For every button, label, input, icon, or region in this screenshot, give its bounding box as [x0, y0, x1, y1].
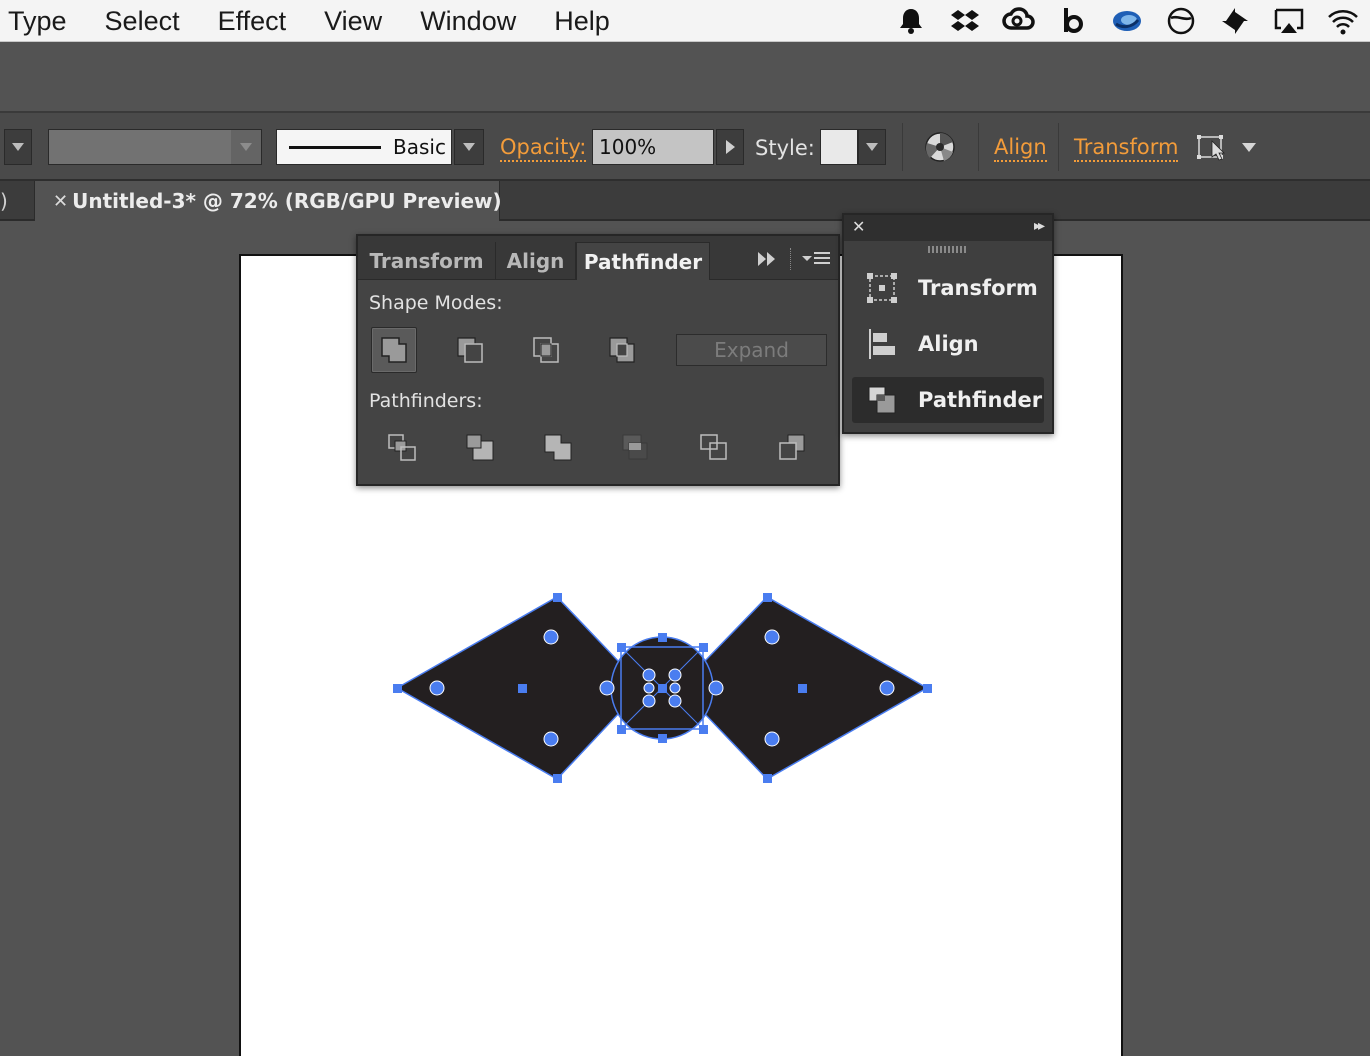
chevron-down-icon — [231, 130, 261, 164]
previous-tab-fragment[interactable]: ) — [0, 189, 8, 213]
dock-header: ✕ ▸▸ — [844, 215, 1052, 241]
outline-icon[interactable] — [691, 425, 737, 471]
variable-width-dropdown[interactable] — [48, 129, 262, 165]
more-tabs-icon[interactable] — [756, 250, 778, 268]
menu-view[interactable]: View — [316, 0, 382, 42]
pathfinder-panel: Transform Align Pathfinder Shape Modes: … — [356, 234, 840, 486]
close-icon[interactable]: ✕ — [53, 191, 68, 212]
collapsed-panel-dock: ✕ ▸▸ Transform Align Pathfinder — [842, 213, 1054, 434]
spinner-app-icon[interactable] — [1100, 0, 1154, 42]
style-label: Style: — [755, 136, 815, 160]
wifi-icon[interactable] — [1316, 0, 1370, 42]
expand-panels-icon[interactable]: ▸▸ — [1034, 218, 1045, 234]
crop-icon[interactable] — [613, 425, 659, 471]
align-link[interactable]: Align — [994, 134, 1047, 162]
airplay-icon[interactable] — [1262, 0, 1316, 42]
trim-icon[interactable] — [457, 425, 503, 471]
status-tray — [884, 0, 1370, 42]
recolor-artwork-icon[interactable] — [922, 129, 958, 165]
bell-icon[interactable] — [884, 0, 938, 42]
b-logo-icon[interactable] — [1046, 0, 1100, 42]
menu-window[interactable]: Window — [412, 0, 516, 42]
opacity-value: 100% — [599, 135, 657, 159]
transform-link[interactable]: Transform — [1074, 134, 1179, 162]
panel-menu-icon[interactable] — [800, 250, 832, 268]
separator — [1058, 123, 1059, 171]
chevron-down-icon[interactable] — [1238, 139, 1260, 155]
minus-front-icon[interactable] — [447, 327, 493, 373]
menu-help[interactable]: Help — [546, 0, 610, 42]
document-tab[interactable]: ✕ Untitled-3* @ 72% (RGB/GPU Preview) — [34, 181, 502, 221]
separator — [902, 123, 903, 171]
dock-item-label: Pathfinder — [918, 388, 1043, 412]
minus-back-icon[interactable] — [769, 425, 815, 471]
merge-icon[interactable] — [535, 425, 581, 471]
close-icon[interactable]: ✕ — [852, 217, 865, 236]
creative-cloud-icon[interactable] — [992, 0, 1046, 42]
document-title: Untitled-3* @ 72% (RGB/GPU Preview) — [72, 189, 502, 213]
opacity-link[interactable]: Opacity: — [500, 134, 587, 162]
shape-modes-label: Shape Modes: — [369, 292, 503, 314]
tab-align[interactable]: Align — [496, 242, 576, 280]
panel-tab-strip: Transform Align Pathfinder — [358, 236, 838, 280]
divide-icon[interactable] — [379, 425, 425, 471]
dock-item-transform[interactable]: Transform — [852, 265, 1044, 311]
style-dropdown-arrow[interactable] — [858, 129, 886, 165]
stroke-preview-line — [289, 145, 381, 149]
style-swatch[interactable] — [820, 129, 858, 165]
dock-item-label: Align — [918, 332, 979, 356]
transform-icon — [852, 265, 912, 311]
separator — [978, 123, 979, 171]
brush-definition-field[interactable]: Basic — [276, 129, 452, 165]
intersect-icon[interactable] — [523, 327, 569, 373]
menu-bar: Type Select Effect View Window Help — [0, 0, 1370, 42]
brush-label: Basic — [393, 135, 446, 159]
unite-icon[interactable] — [371, 327, 417, 373]
opacity-slider-arrow[interactable] — [716, 129, 744, 165]
expand-button[interactable]: Expand — [676, 334, 827, 366]
menu-items: Type Select Effect View Window Help — [0, 0, 640, 42]
isolate-selected-icon[interactable] — [1194, 129, 1232, 165]
tab-pathfinder[interactable]: Pathfinder — [576, 242, 710, 280]
pinwheel-icon[interactable] — [1208, 0, 1262, 42]
tab-gripper — [790, 248, 792, 270]
brush-dropdown-arrow[interactable] — [454, 129, 484, 165]
tab-transform[interactable]: Transform — [358, 242, 496, 280]
application-frame — [0, 43, 1370, 113]
pathfinders-label: Pathfinders: — [369, 390, 483, 412]
document-tab-bar: ) ✕ Untitled-3* @ 72% (RGB/GPU Preview) — [0, 181, 1370, 221]
menu-select[interactable]: Select — [97, 0, 180, 42]
pathfinder-icon — [852, 377, 912, 423]
dock-item-align[interactable]: Align — [852, 321, 1044, 367]
left-dropdown-arrow[interactable] — [4, 129, 32, 165]
dock-gripper[interactable] — [928, 246, 968, 253]
opacity-field[interactable]: 100% — [592, 129, 714, 165]
circle-slash-icon[interactable] — [1154, 0, 1208, 42]
exclude-icon[interactable] — [599, 327, 645, 373]
dock-item-label: Transform — [918, 276, 1038, 300]
dock-item-pathfinder[interactable]: Pathfinder — [852, 377, 1044, 423]
menu-type[interactable]: Type — [0, 0, 67, 42]
control-bar: Basic Opacity: 100% Style: Align Transfo… — [0, 113, 1370, 181]
dropbox-icon[interactable] — [938, 0, 992, 42]
align-icon — [852, 321, 912, 367]
menu-effect[interactable]: Effect — [210, 0, 287, 42]
